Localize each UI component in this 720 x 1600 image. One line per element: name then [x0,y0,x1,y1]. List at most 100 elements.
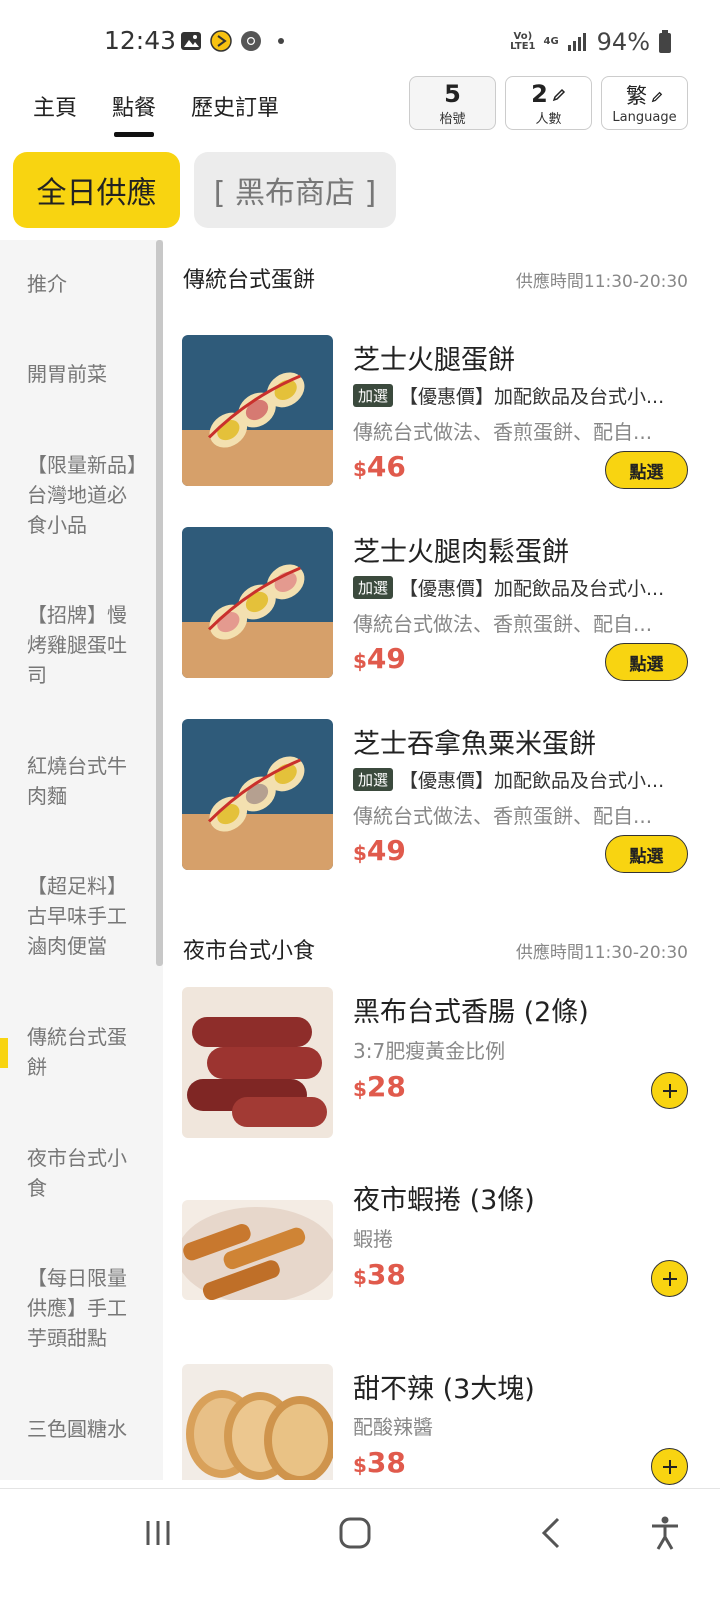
product-name: 芝士吞拿魚粟米蛋餅 [353,729,596,760]
status-time: 12:43 [104,26,177,55]
category-all-day[interactable]: 全日供應 [13,152,180,228]
currency: $ [353,1077,367,1101]
people-value: 2 [531,80,548,108]
sidebar-item-appetizers[interactable]: 開胃前菜 [27,359,143,389]
pencil-icon [552,88,565,102]
product-price: $38 [353,1446,406,1479]
product-name: 芝士火腿蛋餅 [353,345,515,376]
product-name: 甜不辣 (3大塊) [353,1374,535,1405]
network-bottom: LTE1 [510,41,536,52]
sidebar-item-egg-pancake[interactable]: 傳統台式蛋餅 [27,1022,143,1082]
promo-text: 【優惠價】加配飲品及台式小... [399,578,665,600]
signal-icon [567,33,586,51]
price-value: 28 [366,1070,406,1103]
product-promo: 加選 【優惠價】加配飲品及台式小... [353,766,664,793]
addon-tag: 加選 [353,576,394,599]
product-description: 3:7肥瘦黃金比例 [353,1039,506,1063]
add-button[interactable] [651,1260,688,1297]
network-label: Vo) LTE1 [510,32,535,52]
product-price: $49 [353,834,406,867]
product-description: 配酸辣醬 [353,1415,433,1439]
language-chip[interactable]: 繁 Language [601,76,688,130]
battery-icon [659,30,671,53]
promo-text: 【優惠價】加配飲品及台式小... [399,386,665,408]
product-image[interactable] [182,527,333,678]
status-bar: 12:43 Vo) LTE1 4G 94% [0,0,720,66]
product-price: $28 [353,1070,406,1103]
select-button[interactable]: 點選 [605,835,688,873]
sidebar-item-beef-noodle[interactable]: 紅燒台式牛肉麵 [27,751,143,811]
accessibility-icon[interactable] [645,1513,685,1553]
select-button[interactable]: 點選 [605,451,688,489]
price-value: 49 [366,834,406,867]
people-count-chip[interactable]: 2 人數 [505,76,592,130]
top-nav: 主頁 點餐 歷史訂單 5 枱號 2 人數 繁 Language [0,74,720,144]
currency: $ [353,1453,367,1477]
system-nav-bar [0,1488,720,1600]
pencil-icon [651,91,663,103]
chrome-icon [241,31,261,51]
language-value: 繁 [602,80,687,110]
sidebar-item-chicken-toast[interactable]: 【招牌】慢烤雞腿蛋吐司 [27,600,143,690]
people-count: 2 [506,80,591,108]
plus-icon [662,1459,677,1474]
home-icon[interactable] [335,1513,375,1553]
people-label: 人數 [535,112,562,127]
net-type: 4G [543,36,559,47]
price-value: 46 [366,450,406,483]
section-serve-time: 供應時間11:30-20:30 [515,943,688,963]
section-title-night-market: 夜市台式小食 [183,939,316,964]
product-promo: 加選 【優惠價】加配飲品及台式小... [353,382,664,409]
currency: $ [353,457,367,481]
category-shop[interactable]: [ 黑布商店 ] [194,152,396,228]
product-image[interactable] [182,987,333,1138]
add-button[interactable] [651,1448,688,1485]
plus-icon [662,1083,677,1098]
product-price: $46 [353,450,406,483]
sidebar-item-night-market[interactable]: 夜市台式小食 [27,1143,143,1203]
product-price: $38 [353,1258,406,1291]
currency: $ [353,841,367,865]
sidebar-item-sweet-soup[interactable]: 三色圓糖水 [27,1414,143,1444]
product-image[interactable] [182,1364,333,1480]
product-description: 蝦捲 [353,1227,393,1251]
product-name: 夜市蝦捲 (3條) [353,1185,535,1216]
table-label: 枱號 [439,112,466,127]
product-name: 黑布台式香腸 (2條) [353,997,589,1028]
tab-home[interactable]: 主頁 [33,90,77,122]
product-price: $49 [353,642,406,675]
plus-icon [662,1271,677,1286]
addon-tag: 加選 [353,384,394,407]
sidebar-item-limited-snacks[interactable]: 【限量新品】台灣地道必食小品 [27,450,143,540]
currency: $ [353,649,367,673]
product-image[interactable] [182,335,333,486]
recent-apps-icon[interactable] [138,1513,178,1553]
select-button[interactable]: 點選 [605,643,688,681]
product-description: 傳統台式做法、香煎蛋餅、配自... [353,420,653,444]
product-name: 芝士火腿肉鬆蛋餅 [353,537,569,568]
table-number-chip[interactable]: 5 枱號 [409,76,496,130]
tab-history[interactable]: 歷史訂單 [191,90,279,122]
product-description: 傳統台式做法、香煎蛋餅、配自... [353,804,653,828]
addon-tag: 加選 [353,768,394,791]
price-value: 38 [366,1446,406,1479]
price-value: 49 [366,642,406,675]
tab-order[interactable]: 點餐 [112,90,156,137]
add-button[interactable] [651,1072,688,1109]
promo-text: 【優惠價】加配飲品及台式小... [399,770,665,792]
product-image[interactable] [182,1200,333,1300]
sidebar-scrollbar[interactable] [156,240,163,966]
play-icon [210,30,232,52]
product-promo: 加選 【優惠價】加配飲品及台式小... [353,574,664,601]
product-image[interactable] [182,719,333,870]
sidebar-item-recommend[interactable]: 推介 [27,269,143,299]
category-sidebar: 推介 開胃前菜 【限量新品】台灣地道必食小品 【招牌】慢烤雞腿蛋吐司 紅燒台式牛… [0,240,163,1480]
back-icon[interactable] [532,1513,572,1553]
sidebar-item-taro-dessert[interactable]: 【每日限量供應】手工芋頭甜點 [27,1263,143,1353]
notification-icons [180,30,292,52]
lang-value: 繁 [626,84,647,108]
dot-icon [278,38,284,44]
sidebar-item-pork-rice[interactable]: 【超足料】古早味手工滷肉便當 [27,871,143,961]
gallery-icon [181,32,201,50]
section-title-egg-pancake: 傳統台式蛋餅 [183,268,316,293]
